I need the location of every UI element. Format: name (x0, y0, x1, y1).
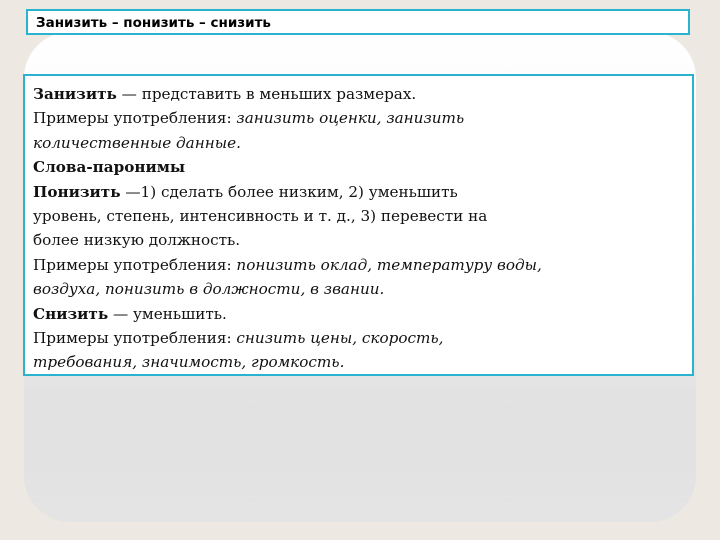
zanizit-usage-label: Примеры употребления: (33, 109, 237, 128)
ponizit-definition-1: —1) сделать более низким, 2) уменьшить (120, 182, 458, 201)
ponizit-usage-line-1: Примеры употребления: понизить оклад, те… (33, 253, 684, 277)
paronyms-heading: Слова-паронимы (33, 158, 186, 177)
zanizit-usage-1: занизить оценки, занизить (236, 109, 465, 128)
ponizit-usage-1: понизить оклад, температуру воды, (236, 255, 542, 274)
snizit-usage-line-2: требования, значимость, громкость. (33, 353, 345, 372)
slide-background-shine (24, 392, 696, 522)
snizit-usage-line-1: Примеры употребления: снизить цены, скор… (33, 326, 684, 350)
zanizit-definition-line: Занизить — представить в меньших размера… (33, 82, 684, 106)
ponizit-usage-line-2: воздуха, понизить в должности, в звании. (33, 280, 385, 299)
slide-title: Занизить – понизить – снизить (26, 9, 690, 35)
snizit-definition-line: Снизить — уменьшить. (33, 302, 684, 326)
snizit-usage-1: снизить цены, скорость, (236, 329, 444, 348)
snizit-usage-label: Примеры употребления: (33, 329, 237, 348)
snizit-definition: — уменьшить. (108, 304, 227, 323)
content-box: Занизить — представить в меньших размера… (23, 74, 694, 376)
ponizit-definition-line-2: уровень, степень, интенсивность и т. д.,… (33, 207, 488, 226)
slide-title-text: Занизить – понизить – снизить (36, 15, 271, 31)
zanizit-definition: — представить в меньших размерах. (116, 85, 417, 103)
zanizit-usage-line-2: количественные данные. (33, 133, 241, 152)
term-ponizit: Понизить (33, 182, 121, 201)
ponizit-definition-line-1: Понизить —1) сделать более низким, 2) ум… (33, 180, 684, 204)
ponizit-definition-line-3: более низкую должность. (33, 231, 241, 250)
zanizit-usage-line-1: Примеры употребления: занизить оценки, з… (33, 106, 684, 130)
ponizit-usage-label: Примеры употребления: (33, 255, 237, 274)
term-snizit: Снизить (33, 304, 109, 323)
term-zanizit: Занизить (33, 85, 117, 103)
